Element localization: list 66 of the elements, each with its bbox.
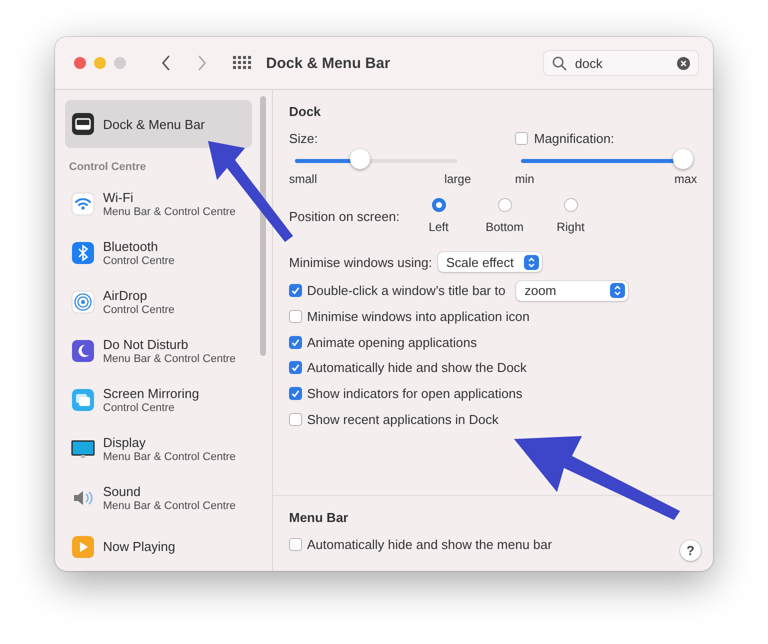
close-button[interactable] — [74, 57, 86, 69]
radio-label: Right — [556, 220, 585, 234]
checkbox[interactable] — [289, 284, 302, 298]
sidebar-item[interactable]: Screen Mirroring Control Centre — [65, 375, 252, 424]
stepper-icon — [610, 283, 626, 298]
forward-icon[interactable] — [197, 55, 207, 71]
search-icon — [552, 56, 567, 70]
sidebar-item[interactable]: AirDrop Control Centre — [65, 277, 252, 326]
search-input[interactable]: dock — [573, 54, 671, 72]
checkbox[interactable] — [515, 132, 528, 144]
section-title: Control Centre — [69, 161, 147, 174]
bluetooth-icon — [71, 240, 95, 265]
option-label: Animate opening applications — [307, 334, 477, 350]
section-title: Dock — [289, 104, 322, 119]
back-icon[interactable] — [161, 55, 171, 71]
checkbox[interactable] — [289, 361, 302, 374]
slider-thumb[interactable] — [350, 149, 370, 169]
option-label: Show indicators for open applications — [307, 386, 522, 402]
sidebar-item[interactable]: Bluetooth Control Centre — [65, 228, 252, 278]
stepper-icon — [524, 254, 540, 270]
slider-min-label: small — [289, 172, 318, 186]
checkbox[interactable] — [289, 387, 302, 400]
sidebar-item[interactable]: Sound Menu Bar & Control Centre — [65, 473, 252, 522]
radio-label: Left — [428, 220, 449, 234]
size-label: Size: — [289, 130, 318, 146]
help-button[interactable]: ? — [680, 540, 701, 561]
slider-max-label: large — [444, 172, 471, 186]
search-field[interactable]: dock — [543, 50, 699, 76]
dock-icon — [71, 112, 95, 136]
slider-min-label: min — [515, 172, 534, 186]
sidebar-item[interactable]: Do Not Disturb Menu Bar & Control Centre — [65, 326, 252, 376]
sidebar-item[interactable]: Wi-Fi Menu Bar & Control Centre — [65, 179, 252, 228]
play-icon — [71, 534, 95, 559]
window-title: Dock & Menu Bar — [266, 54, 390, 72]
magnification-label: Magnification: — [534, 130, 614, 146]
checkbox[interactable] — [289, 336, 302, 349]
checkbox[interactable] — [289, 538, 302, 551]
radio-button[interactable] — [564, 198, 578, 212]
radio-label: Bottom — [486, 220, 524, 234]
checkbox[interactable] — [289, 412, 302, 426]
grid-icon[interactable] — [233, 56, 251, 70]
clear-icon[interactable] — [677, 56, 690, 70]
screen-mirroring-icon — [71, 388, 95, 412]
radio-button[interactable] — [498, 198, 512, 212]
minimise-label: Minimise windows using: — [289, 254, 432, 270]
slider-thumb[interactable] — [673, 149, 693, 169]
radio-button[interactable] — [432, 198, 446, 212]
sidebar-item[interactable]: Dock & Menu Bar — [65, 100, 252, 148]
sidebar-item[interactable]: Now Playing — [65, 522, 252, 571]
scrollbar-thumb[interactable] — [260, 96, 266, 356]
slider-max-label: max — [674, 172, 697, 186]
moon-icon — [71, 338, 95, 363]
section-title: Menu Bar — [289, 510, 350, 526]
minimize-button[interactable] — [94, 57, 106, 69]
position-label: Position on screen: — [289, 208, 400, 224]
option-label: Double-click a window’s title bar to — [307, 283, 506, 298]
option-label: Minimise windows into application icon — [307, 309, 530, 324]
option-label: Automatically hide and show the Dock — [307, 360, 527, 376]
airdrop-icon — [71, 290, 95, 314]
option-label: Automatically hide and show the menu bar — [307, 536, 552, 552]
sidebar-item[interactable]: Display Menu Bar & Control Centre — [65, 424, 252, 474]
option-label: Show recent applications in Dock — [307, 412, 498, 427]
zoom-dropdown[interactable]: zoom — [516, 280, 628, 301]
effect-dropdown[interactable]: Scale effect — [438, 252, 542, 272]
wifi-icon — [71, 192, 95, 216]
checkbox[interactable] — [289, 310, 302, 324]
